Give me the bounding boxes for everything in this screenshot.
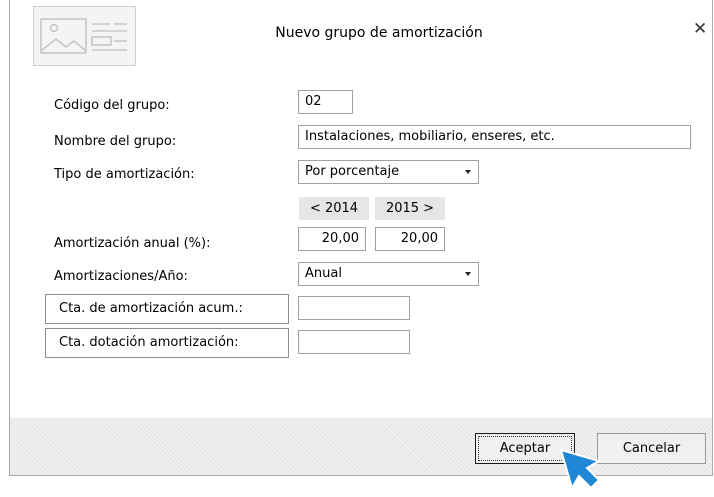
tipo-select[interactable]: Por porcentaje	[298, 160, 479, 184]
anual-label: Amortización anual (%):	[54, 236, 211, 251]
anual-2014-input[interactable]: 20,00	[298, 227, 366, 251]
amort-ano-label: Amortizaciones/Año:	[54, 269, 188, 284]
codigo-input[interactable]: 02	[298, 90, 353, 114]
amort-ano-select-value: Anual	[305, 266, 342, 281]
tipo-label: Tipo de amortización:	[54, 167, 195, 182]
codigo-label: Código del grupo:	[54, 98, 170, 113]
dialog-title: Nuevo grupo de amortización	[275, 25, 483, 41]
mouse-pointer-icon	[559, 448, 602, 491]
dropdown-arrow-icon	[465, 272, 471, 276]
cta-dot-input[interactable]	[298, 330, 410, 354]
cancel-button[interactable]: Cancelar	[597, 433, 706, 464]
year-next-button[interactable]: 2015 >	[375, 197, 445, 220]
amort-ano-select[interactable]: Anual	[298, 262, 479, 286]
dialog-window: Nuevo grupo de amortización ✕ Código del…	[9, 0, 713, 476]
cta-acum-input[interactable]	[298, 296, 410, 320]
anual-2015-input[interactable]: 20,00	[375, 227, 445, 251]
nombre-input[interactable]: Instalaciones, mobiliario, enseres, etc.	[298, 125, 691, 149]
year-prev-button[interactable]: < 2014	[299, 197, 369, 220]
nombre-label: Nombre del grupo:	[54, 134, 177, 149]
cta-dot-button[interactable]: Cta. dotación amortización:	[45, 328, 289, 358]
dropdown-arrow-icon	[465, 170, 471, 174]
cta-acum-button[interactable]: Cta. de amortización acum.:	[45, 294, 289, 324]
tipo-select-value: Por porcentaje	[305, 164, 400, 179]
close-icon[interactable]: ✕	[693, 19, 707, 39]
